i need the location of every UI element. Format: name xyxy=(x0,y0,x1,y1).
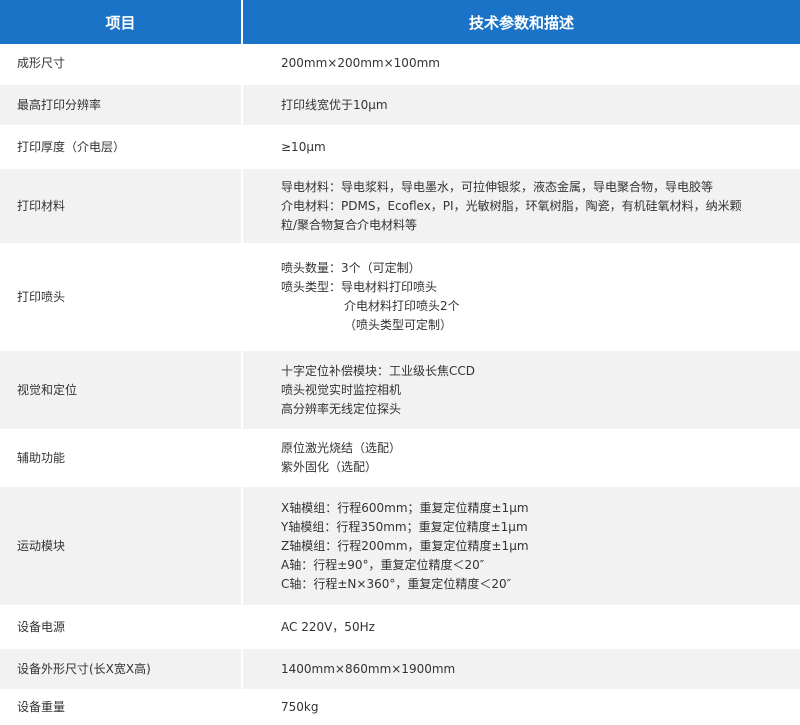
spec-table-body: 成形尺寸 200mm×200mm×100mm 最高打印分辨率 打印线宽优于10μ… xyxy=(0,44,800,725)
row-desc: 750kg xyxy=(242,690,800,725)
header-row: 项目 技术参数和描述 xyxy=(0,0,800,44)
desc-line: Y轴模组：行程350mm；重复定位精度±1μm xyxy=(281,519,528,534)
row-item: 视觉和定位 xyxy=(0,350,243,431)
desc-line: 喷头类型：导电材料打印喷头 xyxy=(281,280,438,294)
row-item: 成形尺寸 xyxy=(0,44,243,85)
row-desc: 导电材料：导电浆料，导电墨水，可拉伸银浆，液态金属，导电聚合物，导电胶等 介电材… xyxy=(242,168,800,245)
desc-line: C轴：行程±N×360°，重复定位精度＜20″ xyxy=(281,576,512,591)
desc-line: AC 220V，50Hz xyxy=(281,619,375,634)
spec-table-header: 项目 技术参数和描述 xyxy=(0,0,800,44)
table-row: 视觉和定位 十字定位补偿模块：工业级长焦CCD 喷头视觉实时监控相机 高分辨率无… xyxy=(0,350,800,431)
row-item: 打印喷头 xyxy=(0,244,243,351)
row-desc: 原位激光烧结（选配） 紫外固化（选配） xyxy=(242,430,800,487)
desc-line: 导电材料：导电浆料，导电墨水，可拉伸银浆，液态金属，导电聚合物，导电胶等 xyxy=(281,179,714,194)
row-item: 运动模块 xyxy=(0,486,243,607)
row-item: 打印厚度（介电层） xyxy=(0,126,243,169)
row-item: 设备重量 xyxy=(0,690,243,725)
desc-line: 十字定位补偿模块：工业级长焦CCD xyxy=(281,363,475,378)
desc-line: 喷头数量：3个（可定制） xyxy=(281,261,421,275)
table-row: 最高打印分辨率 打印线宽优于10μm xyxy=(0,84,800,127)
row-desc: X轴模组：行程600mm；重复定位精度±1μm Y轴模组：行程350mm；重复定… xyxy=(242,486,800,607)
header-spec: 技术参数和描述 xyxy=(242,0,800,44)
desc-line: 原位激光烧结（选配） xyxy=(281,441,402,455)
desc-line: 200mm×200mm×100mm xyxy=(281,56,440,70)
table-row: 设备重量 750kg xyxy=(0,690,800,725)
desc-line: Z轴模组：行程200mm，重复定位精度±1μm xyxy=(281,538,529,553)
table-row: 设备外形尺寸(长X宽X高) 1400mm×860mm×1900mm xyxy=(0,648,800,691)
table-row: 运动模块 X轴模组：行程600mm；重复定位精度±1μm Y轴模组：行程350m… xyxy=(0,486,800,607)
desc-line: A轴：行程±90°，重复定位精度＜20″ xyxy=(281,557,485,572)
table-row: 辅助功能 原位激光烧结（选配） 紫外固化（选配） xyxy=(0,430,800,487)
desc-line: 1400mm×860mm×1900mm xyxy=(281,661,456,676)
table-row: 成形尺寸 200mm×200mm×100mm xyxy=(0,44,800,85)
desc-line: 高分辨率无线定位探头 xyxy=(281,401,402,416)
row-desc: 200mm×200mm×100mm xyxy=(242,44,800,85)
table-row: 打印厚度（介电层） ≥10μm xyxy=(0,126,800,169)
row-desc: 十字定位补偿模块：工业级长焦CCD 喷头视觉实时监控相机 高分辨率无线定位探头 xyxy=(242,350,800,431)
row-desc: 打印线宽优于10μm xyxy=(242,84,800,127)
desc-line: 粒/聚合物复合介电材料等 xyxy=(281,217,418,232)
row-desc: AC 220V，50Hz xyxy=(242,606,800,649)
desc-line: （喷头类型可定制） xyxy=(344,318,453,332)
desc-line: 紫外固化（选配） xyxy=(281,460,378,474)
desc-line: 介电材料：PDMS，Ecoflex，PI，光敏树脂，环氧树脂，陶瓷，有机硅氧材料… xyxy=(281,198,742,213)
table-row: 打印材料 导电材料：导电浆料，导电墨水，可拉伸银浆，液态金属，导电聚合物，导电胶… xyxy=(0,168,800,245)
desc-line: ≥10μm xyxy=(281,139,326,154)
desc-line: 750kg xyxy=(281,699,319,714)
row-desc: ≥10μm xyxy=(242,126,800,169)
row-desc: 1400mm×860mm×1900mm xyxy=(242,648,800,691)
row-desc: 喷头数量：3个（可定制） 喷头类型：导电材料打印喷头 介电材料打印喷头2个 （喷… xyxy=(242,244,800,351)
row-item: 设备外形尺寸(长X宽X高) xyxy=(0,648,243,691)
row-item: 最高打印分辨率 xyxy=(0,84,243,127)
table-row: 设备电源 AC 220V，50Hz xyxy=(0,606,800,649)
desc-line: X轴模组：行程600mm；重复定位精度±1μm xyxy=(281,500,529,515)
spec-table: 项目 技术参数和描述 成形尺寸 200mm×200mm×100mm 最高打印分辨… xyxy=(0,0,800,725)
desc-line: 喷头视觉实时监控相机 xyxy=(281,382,402,397)
desc-line: 打印线宽优于10μm xyxy=(281,97,388,112)
row-item: 设备电源 xyxy=(0,606,243,649)
table-row: 打印喷头 喷头数量：3个（可定制） 喷头类型：导电材料打印喷头 介电材料打印喷头… xyxy=(0,244,800,351)
desc-line: 介电材料打印喷头2个 xyxy=(344,299,460,313)
header-item: 项目 xyxy=(0,0,243,44)
row-item: 辅助功能 xyxy=(0,430,243,487)
row-item: 打印材料 xyxy=(0,168,243,245)
